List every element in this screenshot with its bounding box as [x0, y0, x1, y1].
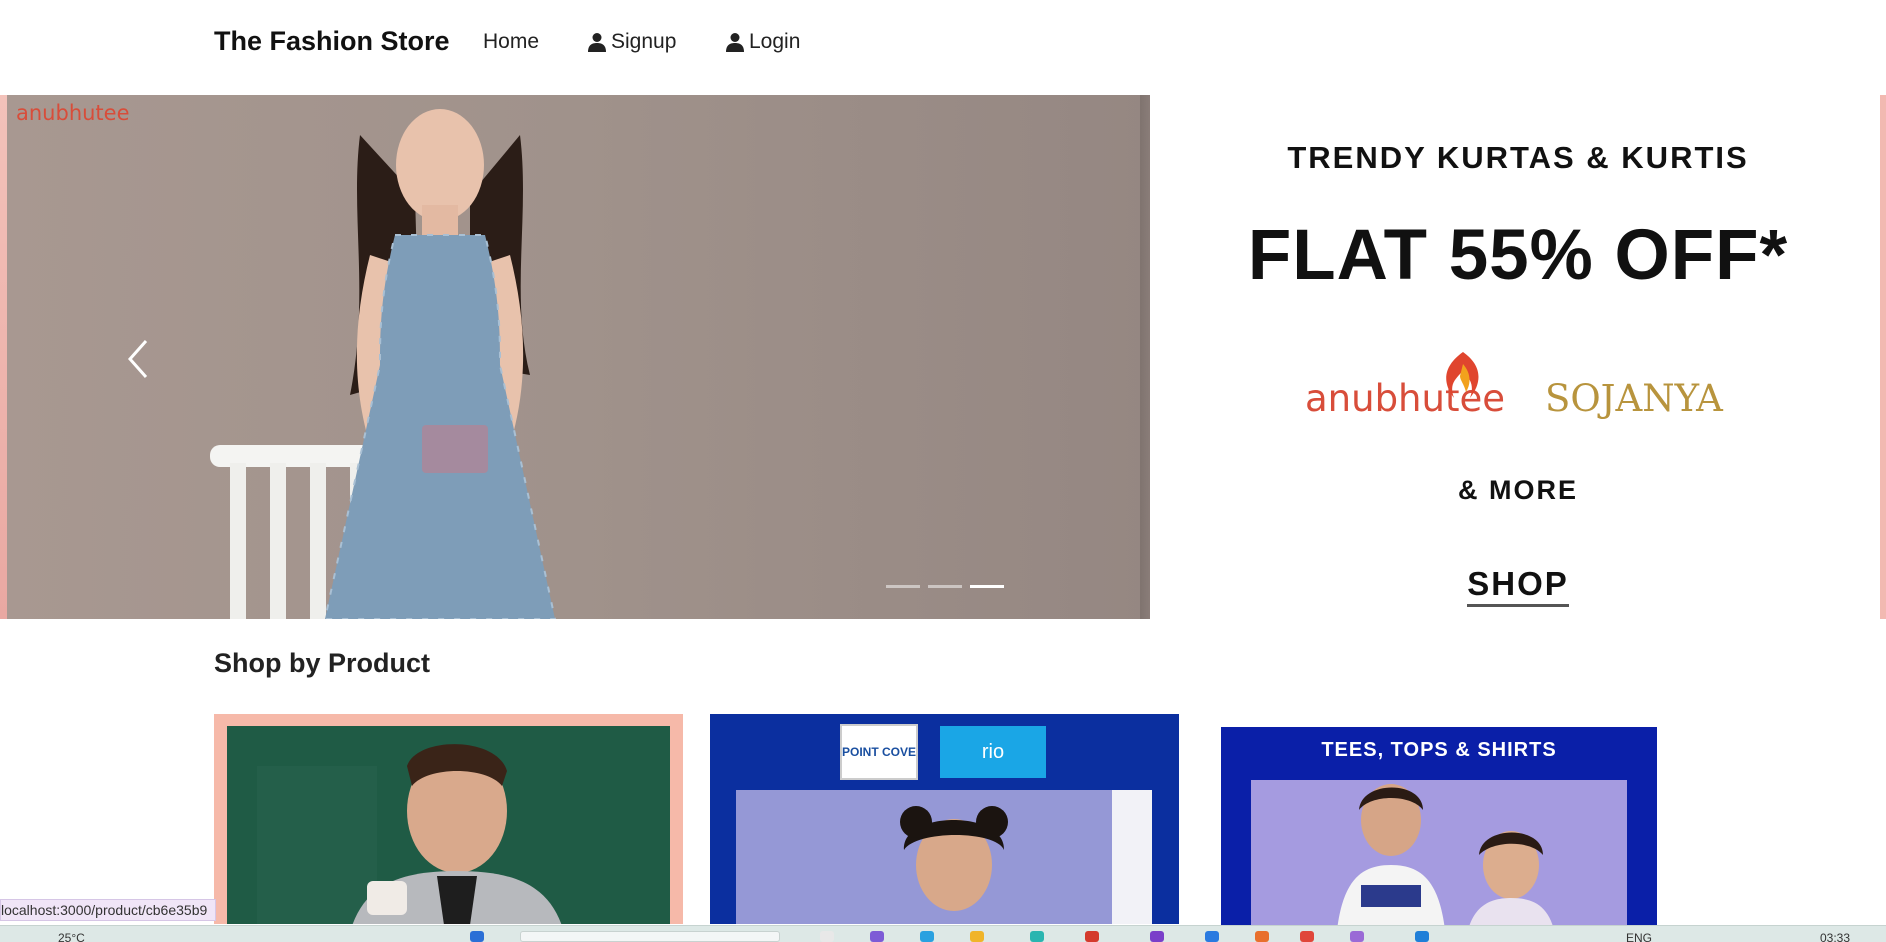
brand-logo-rio: rio: [940, 726, 1046, 778]
nav-login-link[interactable]: Login: [726, 30, 800, 54]
product-image: [227, 726, 670, 924]
taskbar-search-input[interactable]: [520, 931, 780, 942]
nav-home-link[interactable]: Home: [483, 30, 539, 54]
promo-heading: TRENDY KURTAS & KURTIS: [1287, 140, 1749, 175]
status-bar-url: localhost:3000/product/cb6e35b9: [0, 899, 217, 921]
panel-accent: [1112, 790, 1152, 924]
slide-brand-logo: anubhutee: [16, 101, 130, 125]
nav-login-label: Login: [749, 30, 801, 53]
promo-offer: FLAT 55% OFF*: [1247, 216, 1789, 295]
app-icon[interactable]: [1150, 931, 1164, 942]
model-image: [210, 109, 557, 619]
product-card[interactable]: TEES, TOPS & SHIRTS: [1221, 727, 1657, 937]
folder-icon[interactable]: [970, 931, 984, 942]
product-card-heading: TEES, TOPS & SHIRTS: [1321, 739, 1557, 761]
brand-logo[interactable]: The Fashion Store: [214, 26, 450, 57]
womenswear-photo: [900, 806, 1008, 911]
nav-signup-link[interactable]: Signup: [588, 30, 676, 54]
anubhutee-flame-icon: [1446, 352, 1479, 398]
product-card[interactable]: POINT COVE rio: [710, 714, 1179, 924]
carousel-indicator-active[interactable]: [970, 585, 1004, 588]
app-icon[interactable]: [870, 931, 884, 942]
start-icon[interactable]: [470, 931, 484, 942]
user-icon: [588, 33, 606, 52]
kidswear-photo: [1336, 784, 1556, 937]
nav-signup-label: Signup: [611, 30, 677, 53]
product-card[interactable]: [214, 714, 683, 924]
promo-more: & MORE: [1458, 475, 1578, 505]
app-icon[interactable]: [1255, 931, 1269, 942]
app-icon[interactable]: [1300, 931, 1314, 942]
promo-brand-sojanya: SOJANYA: [1545, 377, 1723, 420]
app-icon[interactable]: [920, 931, 934, 942]
product-image: [1251, 780, 1627, 937]
taskbar-clock[interactable]: 03:33: [1820, 931, 1850, 942]
taskbar: [0, 925, 1886, 942]
carousel-indicator[interactable]: [928, 585, 962, 588]
section-title: Shop by Product: [214, 648, 430, 678]
carousel-indicators: [886, 585, 1004, 588]
app-icon[interactable]: [1415, 931, 1429, 942]
product-image: [736, 790, 1152, 924]
app-icon[interactable]: [1205, 931, 1219, 942]
slide-edge: [0, 95, 7, 619]
user-icon: [726, 33, 744, 52]
taskview-icon[interactable]: [820, 931, 834, 942]
promo-shop-label: SHOP: [1467, 565, 1569, 607]
taskbar-language[interactable]: ENG: [1626, 931, 1652, 942]
browser-icon[interactable]: [1030, 931, 1044, 942]
carousel-prev-icon[interactable]: [118, 329, 158, 389]
hero-carousel[interactable]: anubhutee TRENDY KURTAS & KURTIS FLAT 55…: [0, 95, 1886, 619]
app-icon[interactable]: [1085, 931, 1099, 942]
carousel-indicator[interactable]: [886, 585, 920, 588]
app-icon[interactable]: [1350, 931, 1364, 942]
promo-shop-link[interactable]: SHOP: [1150, 565, 1886, 607]
navbar: The Fashion Store Home Signup Login: [0, 0, 1886, 95]
taskbar-weather[interactable]: 25°C: [58, 931, 85, 942]
brand-logo-pointcove: POINT COVE: [840, 724, 918, 780]
menswear-photo: [227, 726, 670, 924]
nav-home-label: Home: [483, 30, 540, 53]
